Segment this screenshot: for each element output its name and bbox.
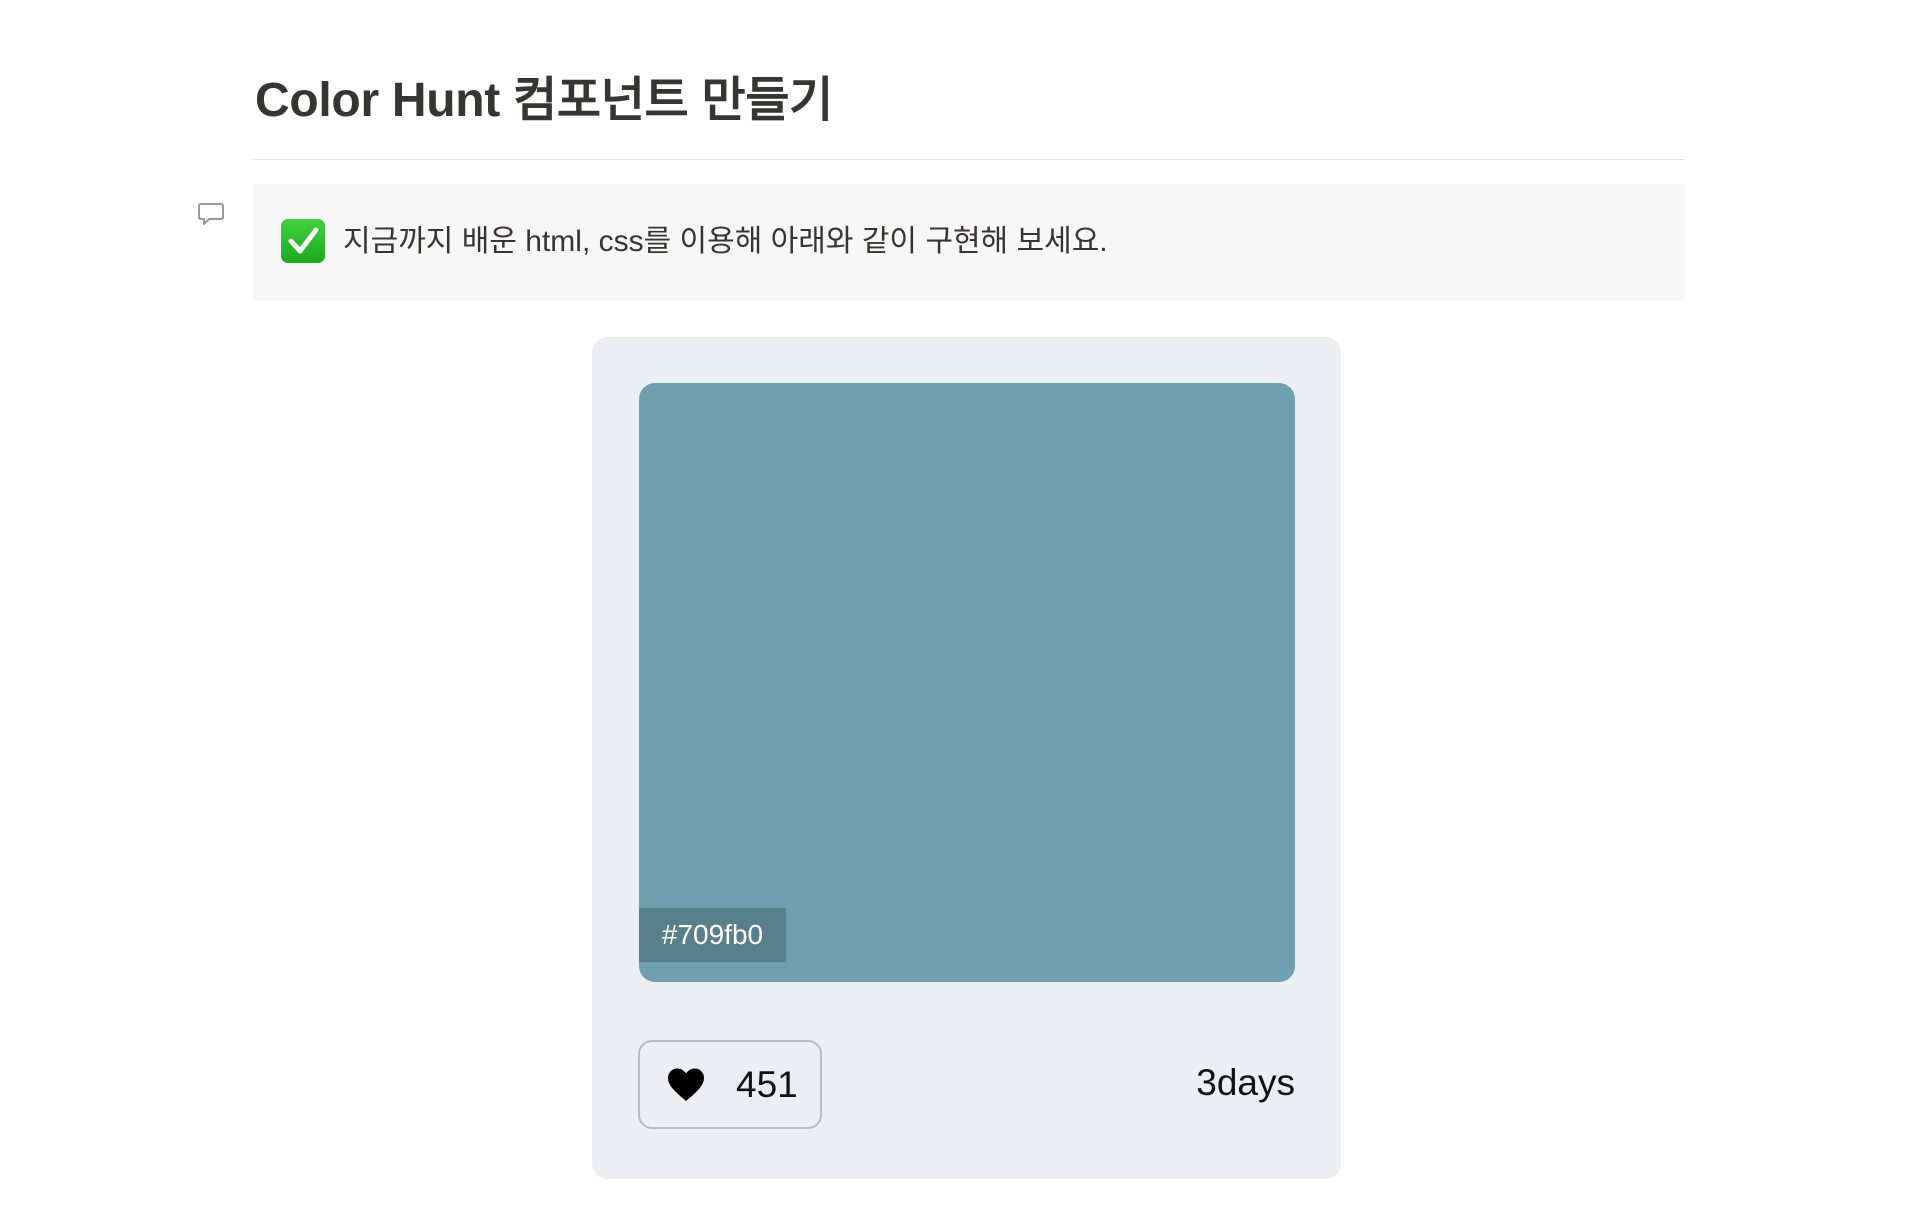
like-count: 451 [736,1063,798,1105]
callout: 지금까지 배운 html, css를 이용해 아래와 같이 구현해 보세요. [253,184,1685,301]
page: Color Hunt 컴포넌트 만들기 지금까지 배운 html, css를 이… [0,0,1914,1206]
date-label: 3days [1196,1062,1295,1103]
page-title: Color Hunt 컴포넌트 만들기 [255,74,834,127]
comment-icon[interactable] [197,200,225,228]
color-swatch[interactable]: #709fb0 [639,383,1295,982]
callout-text: 지금까지 배운 html, css를 이용해 아래와 같이 구현해 보세요. [343,225,1108,258]
title-divider [253,159,1685,160]
like-button[interactable]: 451 [638,1040,822,1129]
color-card: #709fb0 451 3days [592,337,1341,1179]
heart-icon [668,1068,704,1101]
hex-label: #709fb0 [639,908,786,962]
check-mark-icon [281,219,325,263]
